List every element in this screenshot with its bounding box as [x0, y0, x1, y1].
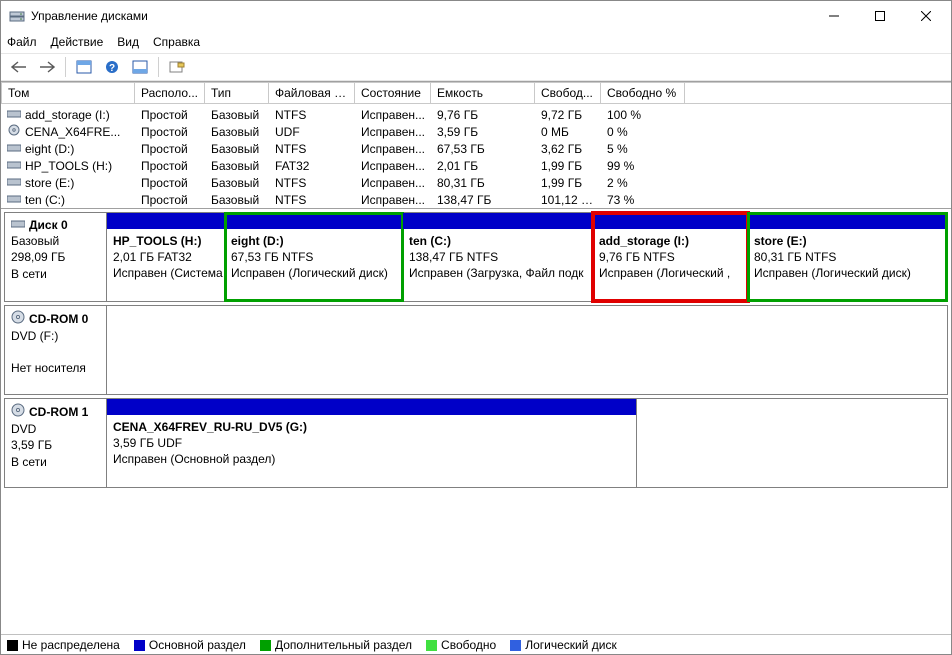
- toolbar-separator: [158, 57, 159, 77]
- disk-info[interactable]: CD-ROM 1 DVD 3,59 ГБ В сети: [5, 399, 107, 487]
- col-type[interactable]: Тип: [205, 82, 269, 104]
- forward-button[interactable]: [35, 56, 59, 78]
- window-title: Управление дисками: [31, 9, 811, 23]
- legend: Не распределена Основной раздел Дополнит…: [1, 634, 951, 654]
- partition-ten[interactable]: ten (C:)138,47 ГБ NTFSИсправен (Загрузка…: [403, 213, 593, 301]
- disk-map-pane: Диск 0 Базовый 298,09 ГБ В сети HP_TOOLS…: [1, 208, 951, 634]
- col-layout[interactable]: Располо...: [135, 82, 205, 104]
- table-row[interactable]: HP_TOOLS (H:)ПростойБазовыйFAT32Исправен…: [1, 157, 951, 174]
- menu-view[interactable]: Вид: [117, 35, 139, 49]
- col-fs[interactable]: Файловая с...: [269, 82, 355, 104]
- volume-name-cell: HP_TOOLS (H:): [1, 159, 135, 173]
- disk-icon: [7, 142, 21, 154]
- partition-add-storage[interactable]: add_storage (I:)9,76 ГБ NTFSИсправен (Ло…: [593, 213, 748, 301]
- view-bottom-icon[interactable]: [128, 56, 152, 78]
- menu-bar: Файл Действие Вид Справка: [1, 31, 951, 53]
- volume-name-cell: ten (C:): [1, 193, 135, 207]
- cd-icon: [11, 403, 25, 421]
- maximize-button[interactable]: [857, 1, 903, 31]
- disk-row-cd1: CD-ROM 1 DVD 3,59 ГБ В сети CENA_X64FREV…: [4, 398, 948, 488]
- table-row[interactable]: CENA_X64FRE...ПростойБазовыйUDFИсправен.…: [1, 123, 951, 140]
- disk-row-cd0: CD-ROM 0 DVD (F:) Нет носителя: [4, 305, 948, 395]
- partition-cena[interactable]: CENA_X64FREV_RU-RU_DV5 (G:)3,59 ГБ UDFИс…: [107, 399, 637, 487]
- volume-header-row: Том Располо... Тип Файловая с... Состоян…: [1, 82, 951, 104]
- close-button[interactable]: [903, 1, 949, 31]
- table-row[interactable]: add_storage (I:)ПростойБазовыйNTFSИсправ…: [1, 106, 951, 123]
- disk0-partitions: HP_TOOLS (H:)2,01 ГБ FAT32Исправен (Сист…: [107, 213, 947, 301]
- disk-icon: [11, 217, 25, 233]
- volume-name-cell: store (E:): [1, 176, 135, 190]
- col-volume[interactable]: Том: [1, 82, 135, 104]
- menu-help[interactable]: Справка: [153, 35, 200, 49]
- disk-icon: [7, 176, 21, 188]
- cd-icon: [11, 310, 25, 328]
- volume-name-cell: eight (D:): [1, 142, 135, 156]
- table-row[interactable]: eight (D:)ПростойБазовыйNTFSИсправен...6…: [1, 140, 951, 157]
- partition-empty: [637, 399, 947, 487]
- cd-icon: [7, 124, 21, 136]
- legend-primary: Основной раздел: [134, 638, 246, 652]
- toolbar-separator: [65, 57, 66, 77]
- settings-icon[interactable]: [165, 56, 189, 78]
- cd0-empty: [107, 306, 947, 394]
- app-icon: [9, 8, 25, 24]
- col-spacer: [685, 82, 951, 104]
- partition-store[interactable]: store (E:)80,31 ГБ NTFSИсправен (Логичес…: [748, 213, 947, 301]
- disk-icon: [7, 108, 21, 120]
- col-freepct[interactable]: Свободно %: [601, 82, 685, 104]
- help-icon[interactable]: ?: [100, 56, 124, 78]
- disk-row-0: Диск 0 Базовый 298,09 ГБ В сети HP_TOOLS…: [4, 212, 948, 302]
- table-row[interactable]: ten (C:)ПростойБазовыйNTFSИсправен...138…: [1, 191, 951, 208]
- cd1-partitions: CENA_X64FREV_RU-RU_DV5 (G:)3,59 ГБ UDFИс…: [107, 399, 947, 487]
- back-button[interactable]: [7, 56, 31, 78]
- disk-info[interactable]: CD-ROM 0 DVD (F:) Нет носителя: [5, 306, 107, 394]
- minimize-button[interactable]: [811, 1, 857, 31]
- col-status[interactable]: Состояние: [355, 82, 431, 104]
- volume-name-cell: add_storage (I:): [1, 108, 135, 122]
- col-capacity[interactable]: Емкость: [431, 82, 535, 104]
- partition-eight[interactable]: eight (D:)67,53 ГБ NTFSИсправен (Логичес…: [225, 213, 403, 301]
- disk-icon: [7, 159, 21, 171]
- legend-extended: Дополнительный раздел: [260, 638, 412, 652]
- menu-file[interactable]: Файл: [7, 35, 37, 49]
- volume-list: Том Располо... Тип Файловая с... Состоян…: [1, 81, 951, 208]
- disk-icon: [7, 193, 21, 205]
- col-free[interactable]: Свобод...: [535, 82, 601, 104]
- partition-hp-tools[interactable]: HP_TOOLS (H:)2,01 ГБ FAT32Исправен (Сист…: [107, 213, 225, 301]
- table-row[interactable]: store (E:)ПростойБазовыйNTFSИсправен...8…: [1, 174, 951, 191]
- legend-logical: Логический диск: [510, 638, 617, 652]
- disk-info[interactable]: Диск 0 Базовый 298,09 ГБ В сети: [5, 213, 107, 301]
- view-top-icon[interactable]: [72, 56, 96, 78]
- legend-unallocated: Не распределена: [7, 638, 120, 652]
- title-bar: Управление дисками: [1, 1, 951, 31]
- volume-rows: add_storage (I:)ПростойБазовыйNTFSИсправ…: [1, 104, 951, 208]
- legend-free: Свободно: [426, 638, 496, 652]
- svg-text:?: ?: [109, 63, 115, 74]
- toolbar: ?: [1, 53, 951, 81]
- menu-action[interactable]: Действие: [51, 35, 104, 49]
- volume-name-cell: CENA_X64FRE...: [1, 124, 135, 139]
